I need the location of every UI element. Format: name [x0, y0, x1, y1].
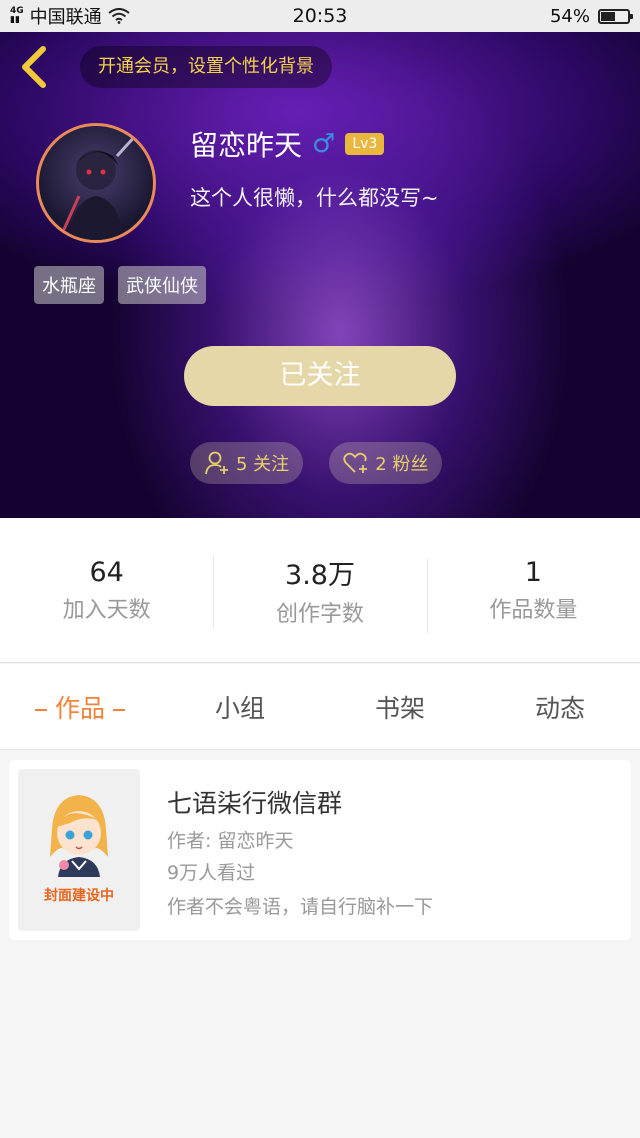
stat-value: 64 [89, 556, 124, 588]
profile-stats: 64 加入天数 3.8万 创作字数 1 作品数量 [0, 518, 640, 663]
stat-label: 作品数量 [489, 597, 578, 623]
profile-header: 开通会员，设置个性化背景 留恋昨天 ♂ Lv3 这个人很懒，什么都没写~ 水瓶座… [0, 32, 640, 518]
status-bar: 4G ▮▮ 中国联通 20:53 54% [0, 0, 640, 32]
bio-text: 这个人很懒，什么都没写~ [190, 186, 439, 210]
avatar[interactable] [36, 123, 156, 243]
male-icon: ♂ [312, 129, 336, 159]
stat-days-joined: 64 加入天数 [0, 557, 213, 624]
profile-tabs: 作品 小组 书架 动态 [0, 664, 640, 750]
tab-bookshelf[interactable]: 书架 [320, 689, 480, 725]
battery-fill [601, 11, 616, 21]
stat-value: 1 [524, 556, 542, 588]
tab-indicator-left [34, 708, 47, 711]
stat-words-written: 3.8万 创作字数 [213, 553, 426, 629]
tag-zodiac: 水瓶座 [34, 266, 104, 304]
heart-plus-icon [343, 452, 368, 473]
following-button[interactable]: 5 关注 [190, 442, 304, 484]
name-row: 留恋昨天 ♂ Lv3 [190, 124, 385, 164]
work-views: 9万人看过 [167, 862, 256, 884]
avatar-image [59, 132, 139, 240]
stat-label: 加入天数 [62, 597, 151, 623]
network-indicator: 4G ▮▮ [10, 6, 24, 25]
work-description: 作者不会粤语，请自行脑补一下 [167, 896, 434, 918]
cover-placeholder-illustration [50, 795, 108, 877]
signal-icon: ▮▮ [10, 15, 20, 25]
tag-genre: 武侠仙侠 [118, 266, 206, 304]
work-cover: 封面建设中 [18, 769, 140, 931]
tab-label: 小组 [214, 693, 265, 723]
work-title: 七语柒行微信群 [167, 789, 343, 818]
level-badge: Lv3 [345, 133, 385, 155]
wifi-icon [108, 8, 130, 24]
work-card[interactable]: 封面建设中 七语柒行微信群 作者: 留恋昨天 9万人看过 作者不会粤语，请自行脑… [9, 760, 631, 940]
add-user-icon [205, 451, 228, 475]
battery-percent: 54% [549, 5, 590, 27]
carrier-name: 中国联通 [29, 7, 102, 28]
work-author: 作者: 留恋昨天 [167, 830, 294, 852]
follow-button[interactable]: 已关注 [184, 346, 456, 406]
cover-placeholder-text: 封面建设中 [44, 888, 114, 904]
following-count: 5 关注 [236, 454, 290, 475]
social-stats: 5 关注 2 粉丝 [190, 442, 443, 484]
tab-groups[interactable]: 小组 [160, 689, 320, 725]
username: 留恋昨天 [190, 129, 303, 162]
vip-promo-button[interactable]: 开通会员，设置个性化背景 [80, 46, 332, 88]
tab-activity[interactable]: 动态 [480, 689, 640, 725]
tab-label: 书架 [374, 693, 425, 723]
tab-label: 作品 [54, 693, 105, 723]
stat-label: 创作字数 [275, 601, 364, 627]
back-button[interactable] [14, 44, 54, 90]
tab-works[interactable]: 作品 [0, 689, 160, 725]
stat-works-count: 1 作品数量 [426, 556, 640, 633]
stat-value: 3.8万 [285, 559, 355, 591]
tab-indicator-right [113, 708, 125, 711]
tag-list: 水瓶座 武侠仙侠 [34, 266, 206, 304]
clock: 20:53 [292, 5, 348, 27]
tab-label: 动态 [534, 693, 585, 723]
fans-button[interactable]: 2 粉丝 [329, 442, 443, 484]
battery-icon [598, 8, 633, 24]
fans-count: 2 粉丝 [375, 454, 429, 475]
chevron-left-icon [22, 46, 46, 88]
